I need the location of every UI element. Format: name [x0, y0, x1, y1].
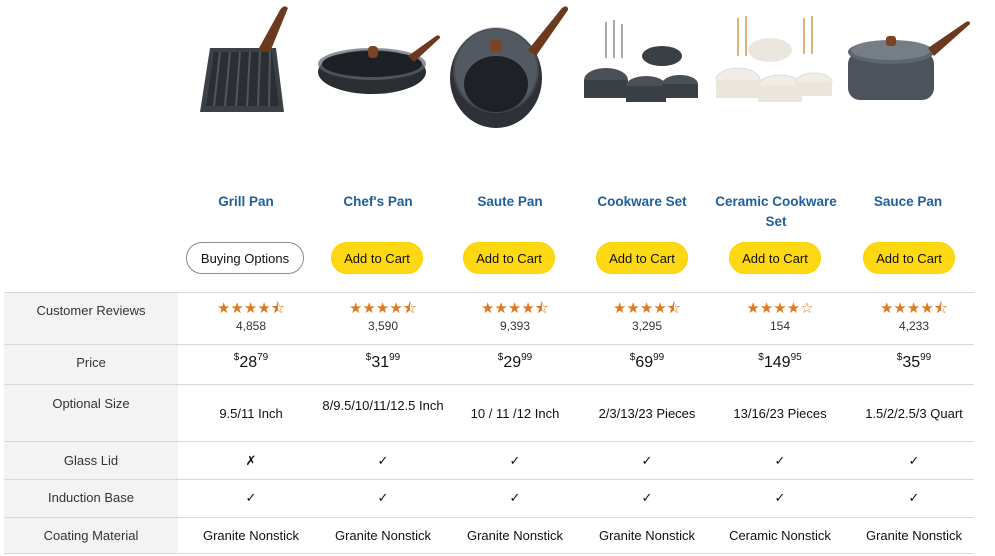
add-to-cart-button[interactable]: Add to Cart: [596, 242, 688, 274]
review-count[interactable]: 4,858: [185, 319, 317, 333]
row-label-coating-material: Coating Material: [4, 518, 178, 553]
optional-size: 8/9.5/10/11/12.5 Inch: [322, 398, 444, 413]
optional-size: 1.5/2/2.5/3 Quart: [865, 406, 963, 421]
rating-cell[interactable]: ★★★★⯪ 4,858: [185, 300, 317, 333]
ceramic-set-image[interactable]: [708, 0, 840, 140]
review-count[interactable]: 3,295: [581, 319, 713, 333]
cookware-set-image[interactable]: [576, 0, 708, 140]
product-name[interactable]: Sauce Pan: [842, 192, 974, 212]
star-rating-icon: ★★★★⯪: [612, 300, 681, 317]
price: $2999: [497, 352, 533, 371]
row-label-price: Price: [4, 345, 178, 384]
induction-check-icon: ✓: [377, 490, 389, 505]
optional-size: 2/3/13/23 Pieces: [598, 406, 696, 421]
add-to-cart-button[interactable]: Add to Cart: [729, 242, 821, 274]
price: $3599: [896, 352, 932, 371]
coating-material: Granite Nonstick: [202, 528, 300, 543]
row-label-optional-size: Optional Size: [4, 385, 178, 441]
rating-cell[interactable]: ★★★★☆ 154: [714, 300, 846, 333]
product-name[interactable]: Saute Pan: [444, 192, 576, 212]
coating-material: Granite Nonstick: [865, 528, 963, 543]
rating-cell[interactable]: ★★★★⯪ 3,590: [317, 300, 449, 333]
product-name[interactable]: Ceramic Cookware Set: [708, 192, 844, 232]
glass-lid-check-icon: ✓: [509, 453, 521, 468]
price: $14995: [758, 352, 802, 371]
rating-cell[interactable]: ★★★★⯪ 3,295: [581, 300, 713, 333]
coating-material: Ceramic Nonstick: [729, 528, 831, 543]
star-rating-icon: ★★★★⯪: [480, 300, 549, 317]
review-count[interactable]: 3,590: [317, 319, 449, 333]
row-label-glass-lid: Glass Lid: [4, 442, 178, 479]
product-name[interactable]: Grill Pan: [180, 192, 312, 212]
product-name[interactable]: Cookware Set: [576, 192, 708, 212]
price: $6999: [629, 352, 665, 371]
optional-size: 9.5/11 Inch: [219, 406, 283, 421]
row-label-customer-reviews: Customer Reviews: [4, 293, 178, 344]
glass-lid-check-icon: ✓: [641, 453, 653, 468]
glass-lid-check-icon: ✓: [377, 453, 389, 468]
row-label-induction-base: Induction Base: [4, 480, 178, 517]
induction-check-icon: ✓: [774, 490, 786, 505]
coating-material: Granite Nonstick: [334, 528, 432, 543]
rating-cell[interactable]: ★★★★⯪ 4,233: [848, 300, 980, 333]
optional-size: 10 / 11 /12 Inch: [470, 406, 560, 421]
review-count[interactable]: 4,233: [848, 319, 980, 333]
rating-cell[interactable]: ★★★★⯪ 9,393: [449, 300, 581, 333]
review-count[interactable]: 154: [714, 319, 846, 333]
induction-check-icon: ✓: [245, 490, 257, 505]
chefs-pan-image[interactable]: [312, 0, 444, 140]
price: $2879: [233, 352, 269, 371]
grill-pan-image[interactable]: [180, 0, 312, 140]
price: $3199: [365, 352, 401, 371]
add-to-cart-button[interactable]: Add to Cart: [863, 242, 955, 274]
sauce-pan-image[interactable]: [842, 0, 974, 140]
induction-check-icon: ✓: [509, 490, 521, 505]
star-rating-icon: ★★★★⯪: [348, 300, 417, 317]
induction-check-icon: ✓: [641, 490, 653, 505]
add-to-cart-button[interactable]: Add to Cart: [331, 242, 423, 274]
star-rating-icon: ★★★★⯪: [216, 300, 285, 317]
star-rating-icon: ★★★★☆: [746, 300, 814, 317]
coating-material: Granite Nonstick: [466, 528, 564, 543]
add-to-cart-button[interactable]: Add to Cart: [463, 242, 555, 274]
review-count[interactable]: 9,393: [449, 319, 581, 333]
saute-pan-image[interactable]: [444, 0, 576, 140]
star-rating-icon: ★★★★⯪: [879, 300, 948, 317]
buying-options-button[interactable]: Buying Options: [186, 242, 304, 274]
glass-lid-check-icon: ✓: [908, 453, 920, 468]
coating-material: Granite Nonstick: [598, 528, 696, 543]
optional-size: 13/16/23 Pieces: [733, 406, 827, 421]
glass-lid-check-icon: ✓: [774, 453, 786, 468]
product-name[interactable]: Chef's Pan: [312, 192, 444, 212]
induction-check-icon: ✓: [908, 490, 920, 505]
table-divider: [4, 553, 974, 554]
glass-lid-x-icon: ✗: [245, 453, 257, 468]
